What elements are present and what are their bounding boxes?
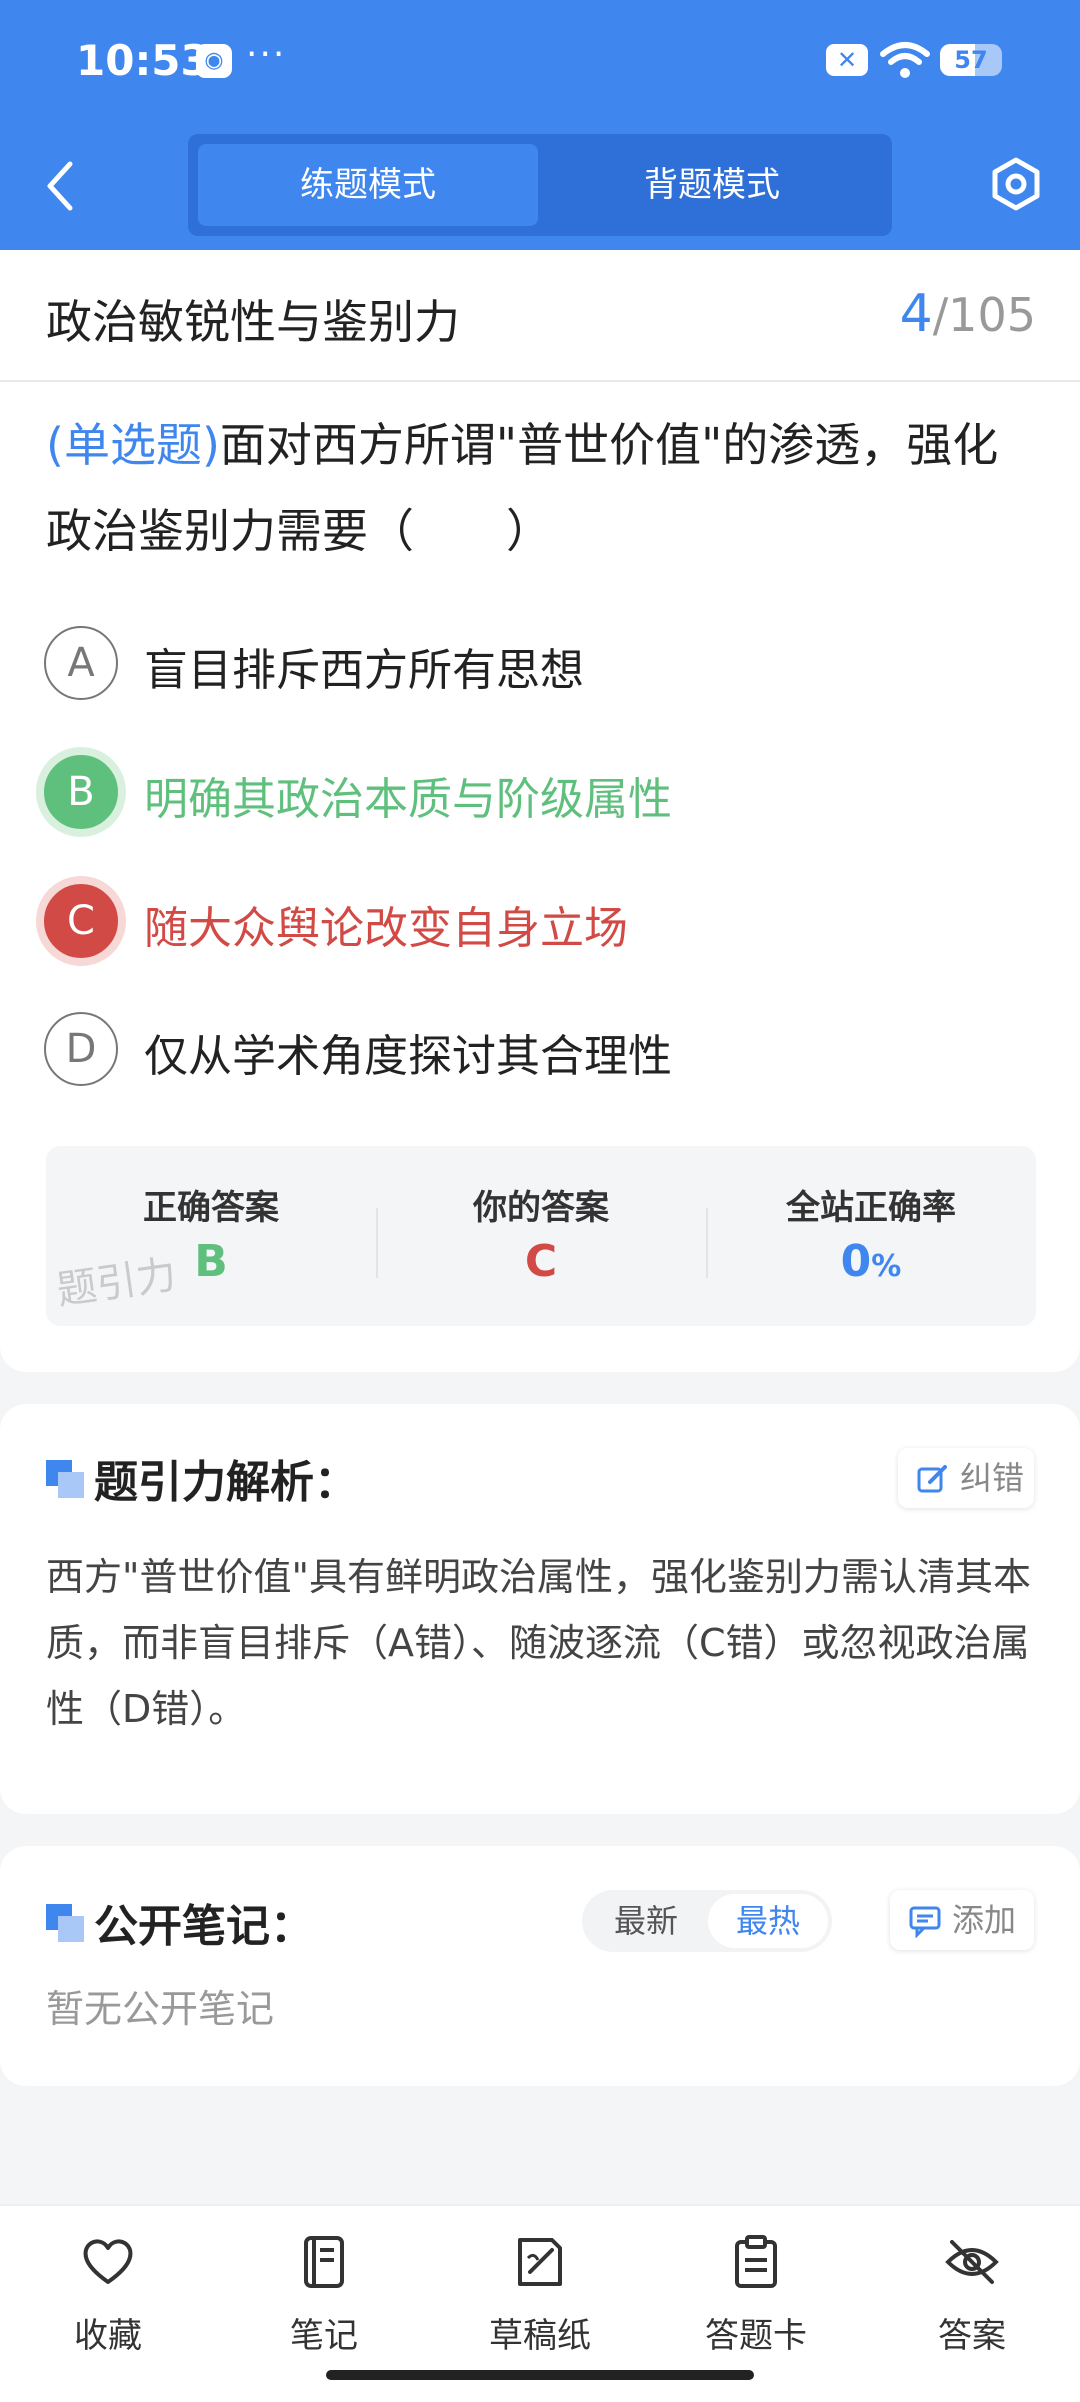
analysis-title: 题引力解析：: [94, 1457, 358, 1508]
question-type-tag: (单选题): [46, 418, 220, 472]
site-accuracy-label: 全站正确率: [786, 1188, 956, 1228]
option-a[interactable]: A 盲目排斥西方所有思想: [44, 626, 1044, 702]
report-error-label: 纠错: [960, 1459, 1025, 1497]
nav-notes[interactable]: 笔记: [224, 2224, 424, 2374]
current-question-number: 4: [899, 284, 933, 344]
sort-latest[interactable]: 最新: [586, 1894, 706, 1948]
answer-sheet-icon: [735, 2235, 777, 2288]
section-square-icon: [46, 1904, 86, 1944]
notes-title: 公开笔记：: [94, 1901, 314, 1952]
sort-hot[interactable]: 最热: [708, 1894, 828, 1948]
notification-x-icon: ✕: [826, 44, 868, 76]
option-text: 明确其政治本质与阶级属性: [144, 774, 672, 825]
nav-draft[interactable]: 草稿纸: [440, 2224, 640, 2374]
analysis-card: 题引力解析： 纠错 西方"普世价值"具有鲜明政治属性，强化鉴别力需认清其本质，而…: [0, 1404, 1080, 1814]
accuracy-number: 0: [840, 1236, 872, 1287]
nav-label: 草稿纸: [489, 2316, 591, 2356]
nav-answer-sheet[interactable]: 答题卡: [656, 2224, 856, 2374]
app-header: 10:53 ◉ ··· ✕ 57 练题模式 背题模式: [0, 0, 1080, 250]
tab-practice-mode[interactable]: 练题模式: [198, 144, 538, 226]
back-arrow-icon[interactable]: [40, 158, 80, 214]
analysis-text: 西方"普世价值"具有鲜明政治属性，强化鉴别力需认清其本质，而非盲目排斥（A错）、…: [46, 1555, 1031, 1731]
settings-icon[interactable]: [988, 156, 1044, 212]
nav-label: 答案: [938, 2316, 1006, 2356]
question-counter: 4/105: [900, 284, 1036, 344]
site-accuracy-stat: 全站正确率 0%: [706, 1146, 1036, 1326]
chapter-title-bar: 政治敏锐性与鉴别力 4/105: [0, 250, 1080, 382]
notes-empty-text: 暂无公开笔记: [46, 1987, 275, 2031]
report-error-button[interactable]: 纠错: [898, 1448, 1034, 1508]
draft-paper-icon: [518, 2238, 562, 2286]
add-note-label: 添加: [952, 1901, 1017, 1939]
status-bar: 10:53 ◉ ··· ✕ 57: [0, 0, 1080, 120]
question-card: (单选题)面对西方所谓"普世价值"的渗透，强化政治鉴别力需要（ ） A 盲目排斥…: [0, 382, 1080, 1372]
status-time: 10:53: [76, 36, 210, 85]
option-text: 盲目排斥西方所有思想: [144, 645, 584, 696]
option-letter: B: [44, 755, 118, 829]
edit-icon: [917, 1465, 947, 1493]
nav-label: 答题卡: [705, 2316, 807, 2356]
option-d[interactable]: D 仅从学术角度探讨其合理性: [44, 1012, 1044, 1088]
battery-level: 57: [954, 46, 988, 74]
more-notifications-icon: ···: [246, 34, 287, 75]
nav-label: 收藏: [74, 2316, 142, 2356]
tab-memorize-mode[interactable]: 背题模式: [542, 144, 882, 226]
your-answer-label: 你的答案: [473, 1188, 609, 1228]
accuracy-unit: %: [871, 1249, 902, 1284]
option-letter: A: [44, 626, 118, 700]
add-note-button[interactable]: 添加: [890, 1890, 1034, 1950]
option-text: 随大众舆论改变自身立场: [144, 903, 628, 954]
option-letter: D: [44, 1012, 118, 1086]
notes-sort-switch: 最新 最热: [582, 1890, 832, 1952]
nav-label: 笔记: [290, 2316, 358, 2356]
nav-favorite[interactable]: 收藏: [8, 2224, 208, 2374]
heart-icon: [83, 2239, 133, 2284]
site-accuracy-value: 0%: [706, 1236, 1036, 1287]
correct-answer-label: 正确答案: [143, 1188, 279, 1228]
notebook-icon: [304, 2236, 344, 2288]
public-notes-card: 公开笔记： 最新 最热 添加 暂无公开笔记: [0, 1846, 1080, 2086]
your-answer-value: C: [524, 1236, 558, 1287]
option-letter: C: [44, 884, 118, 958]
option-c[interactable]: C 随大众舆论改变自身立场: [44, 884, 1044, 960]
your-answer-stat: 你的答案 C: [376, 1146, 706, 1326]
option-b[interactable]: B 明确其政治本质与阶级属性: [44, 755, 1044, 831]
option-text: 仅从学术角度探讨其合理性: [144, 1031, 672, 1082]
eye-off-icon: [945, 2240, 999, 2284]
answer-stats-panel: 正确答案 B 你的答案 C 全站正确率 0% 题引力: [46, 1146, 1036, 1326]
comment-icon: [909, 1906, 941, 1938]
wifi-icon: [880, 42, 930, 78]
chapter-title: 政治敏锐性与鉴别力: [46, 295, 460, 349]
wechat-icon: ◉: [196, 44, 232, 78]
section-square-icon: [46, 1460, 86, 1500]
battery-icon: 57: [940, 44, 1002, 76]
nav-answer-toggle[interactable]: 答案: [872, 2224, 1072, 2374]
question-text: (单选题)面对西方所谓"普世价值"的渗透，强化政治鉴别力需要（ ）: [46, 402, 1036, 574]
home-indicator[interactable]: [326, 2370, 754, 2380]
total-questions: /105: [932, 288, 1036, 342]
mode-switch: 练题模式 背题模式: [188, 134, 892, 236]
